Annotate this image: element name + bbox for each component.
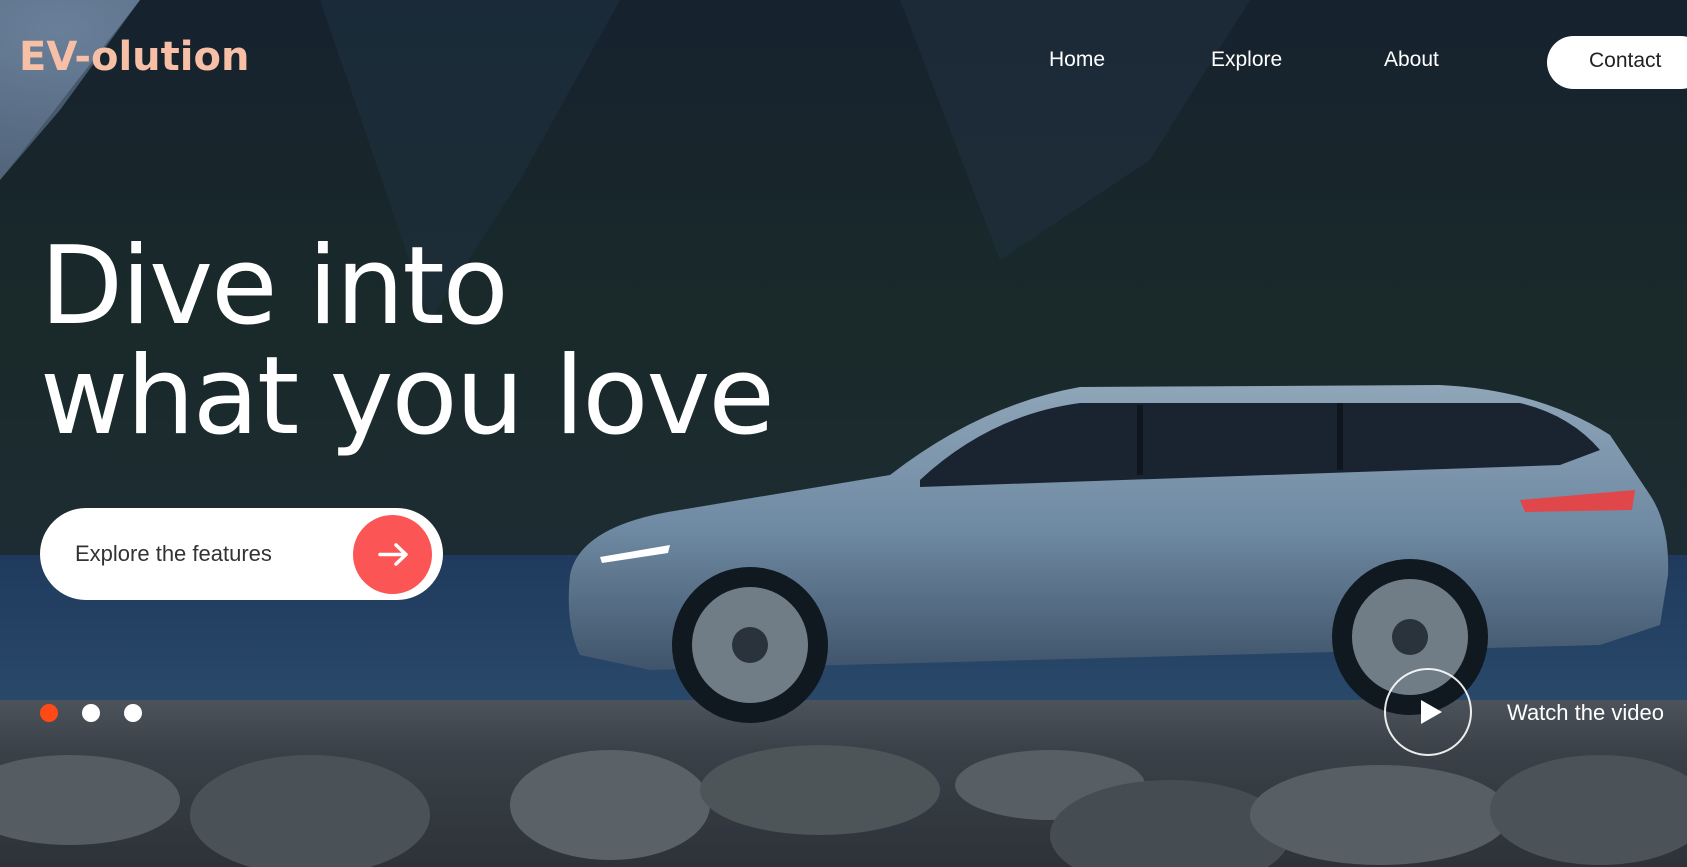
- explore-features-label: Explore the features: [75, 541, 272, 566]
- contact-button-label: Contact: [1589, 49, 1662, 72]
- carousel-dot-1[interactable]: [40, 704, 58, 722]
- hero-heading: Dive into what you love: [40, 224, 775, 459]
- cta-arrow-circle[interactable]: [353, 515, 432, 594]
- play-icon: [1421, 700, 1442, 724]
- explore-features-button[interactable]: Explore the features: [40, 508, 443, 600]
- nav-link-home[interactable]: Home: [1049, 48, 1105, 72]
- arrow-right-icon: [378, 543, 408, 566]
- hero-heading-line-1: Dive into: [40, 224, 509, 349]
- carousel-dot-2[interactable]: [82, 704, 100, 722]
- main-nav: Home Explore About: [0, 40, 1687, 90]
- play-video-button[interactable]: [1384, 668, 1472, 756]
- watch-video-link[interactable]: Watch the video: [1507, 700, 1664, 726]
- nav-link-about[interactable]: About: [1384, 48, 1439, 72]
- carousel-dot-3[interactable]: [124, 704, 142, 722]
- contact-button[interactable]: Contact: [1547, 36, 1687, 89]
- hero-heading-line-2: what you love: [40, 334, 775, 459]
- nav-link-explore[interactable]: Explore: [1211, 48, 1282, 72]
